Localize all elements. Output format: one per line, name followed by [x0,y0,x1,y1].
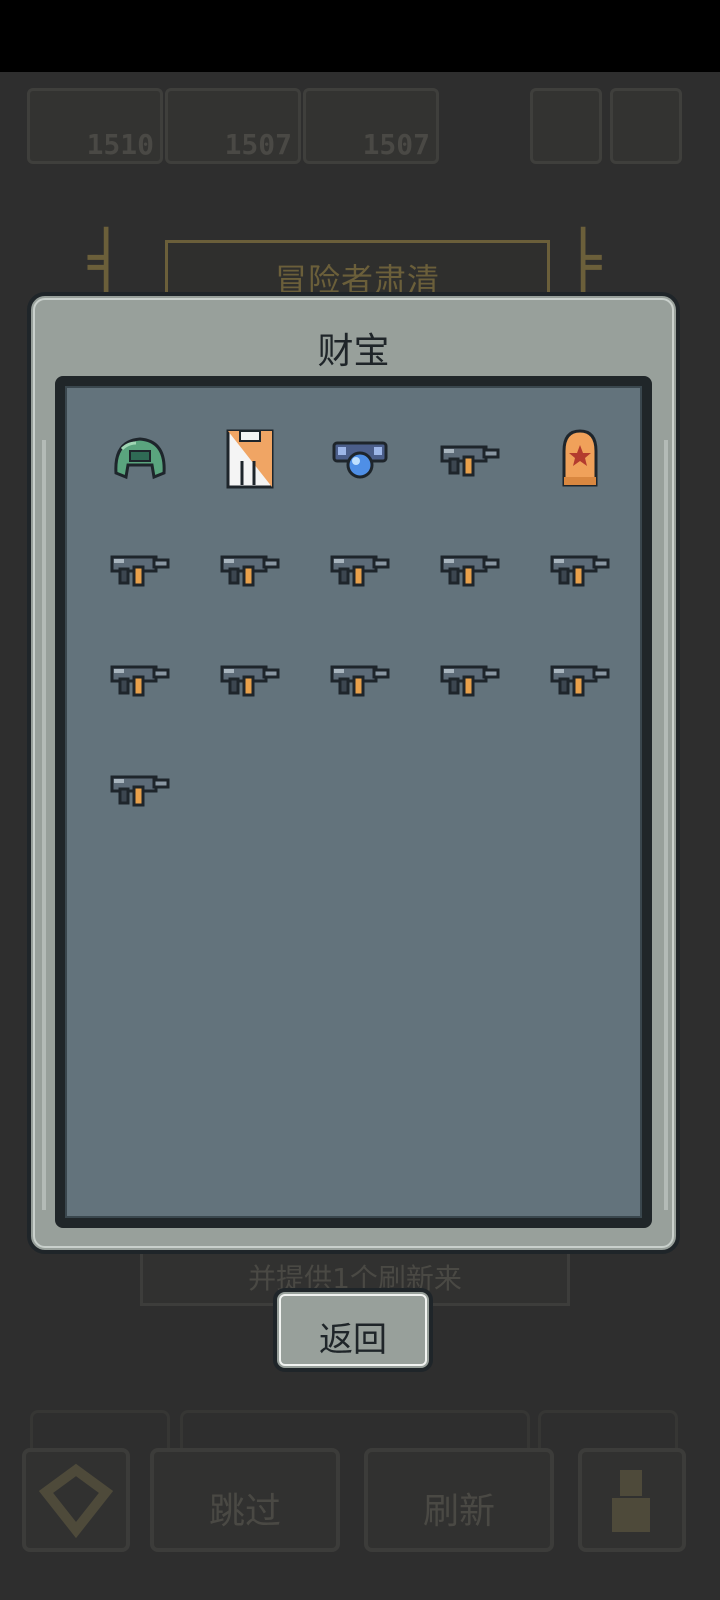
smg-gun-icon [438,439,502,483]
smg-gun-icon [218,549,282,593]
smg-gun-icon [328,659,392,703]
smg-gun-icon [548,659,612,703]
smg-gun-icon [108,659,172,703]
menu-button-bg [530,88,602,164]
hero-button-bg [578,1448,686,1552]
smg-gun-icon [438,549,502,593]
modal-rail-left [42,440,46,1210]
treasure-item[interactable] [435,646,505,716]
orange-white-vest-icon [222,427,278,495]
resource-value: 1510 [86,128,154,161]
treasure-grid [55,376,652,1228]
resource-box-3: 1507 [303,88,439,164]
treasure-item[interactable] [545,536,615,606]
treasure-item[interactable] [215,536,285,606]
gem-button-bg [22,1448,130,1552]
smg-gun-icon [548,549,612,593]
skip-label: 跳过 [208,1491,281,1532]
treasure-item[interactable] [215,426,285,496]
skip-button-bg: 跳过 [150,1448,340,1552]
back-button-label: 返回 [319,1320,387,1360]
modal-title: 财宝 [317,331,390,372]
ghost-tab [180,1410,530,1450]
hero-silhouette-icon [612,1470,650,1532]
banner-ornament-left-icon: ╡ [88,228,125,298]
treasure-item[interactable] [105,756,175,826]
smg-gun-icon [108,769,172,813]
treasure-item[interactable] [105,646,175,716]
green-helmet-icon [108,431,172,491]
resource-box-1: 1510 [27,88,163,164]
smg-gun-icon [438,659,502,703]
treasure-modal: 财宝 [27,292,680,1254]
treasure-item[interactable] [545,426,615,496]
smg-gun-icon [328,549,392,593]
smg-gun-icon [218,659,282,703]
modal-rail-right [664,440,668,1210]
ghost-tab [30,1410,170,1450]
treasure-item[interactable] [435,426,505,496]
treasure-item[interactable] [325,426,395,496]
back-button[interactable]: 返回 [273,1288,433,1372]
smg-gun-icon [108,549,172,593]
banner-ornament-right-icon: ╞ [565,228,602,298]
treasure-item[interactable] [105,536,175,606]
resource-box-2: 1507 [165,88,301,164]
treasure-item[interactable] [545,646,615,716]
ghost-tab [538,1410,678,1450]
settings-button-bg [610,88,682,164]
bullet-star-icon [556,427,604,495]
treasure-item[interactable] [325,646,395,716]
treasure-item[interactable] [435,536,505,606]
refresh-label: 刷新 [422,1491,495,1532]
resource-value: 1507 [224,128,292,161]
treasure-item[interactable] [215,646,285,716]
treasure-item[interactable] [105,426,175,496]
treasure-item[interactable] [325,536,395,606]
blue-orb-amulet-icon [328,433,392,489]
refresh-button-bg: 刷新 [364,1448,554,1552]
gem-icon [38,1463,114,1539]
resource-value: 1507 [362,128,430,161]
